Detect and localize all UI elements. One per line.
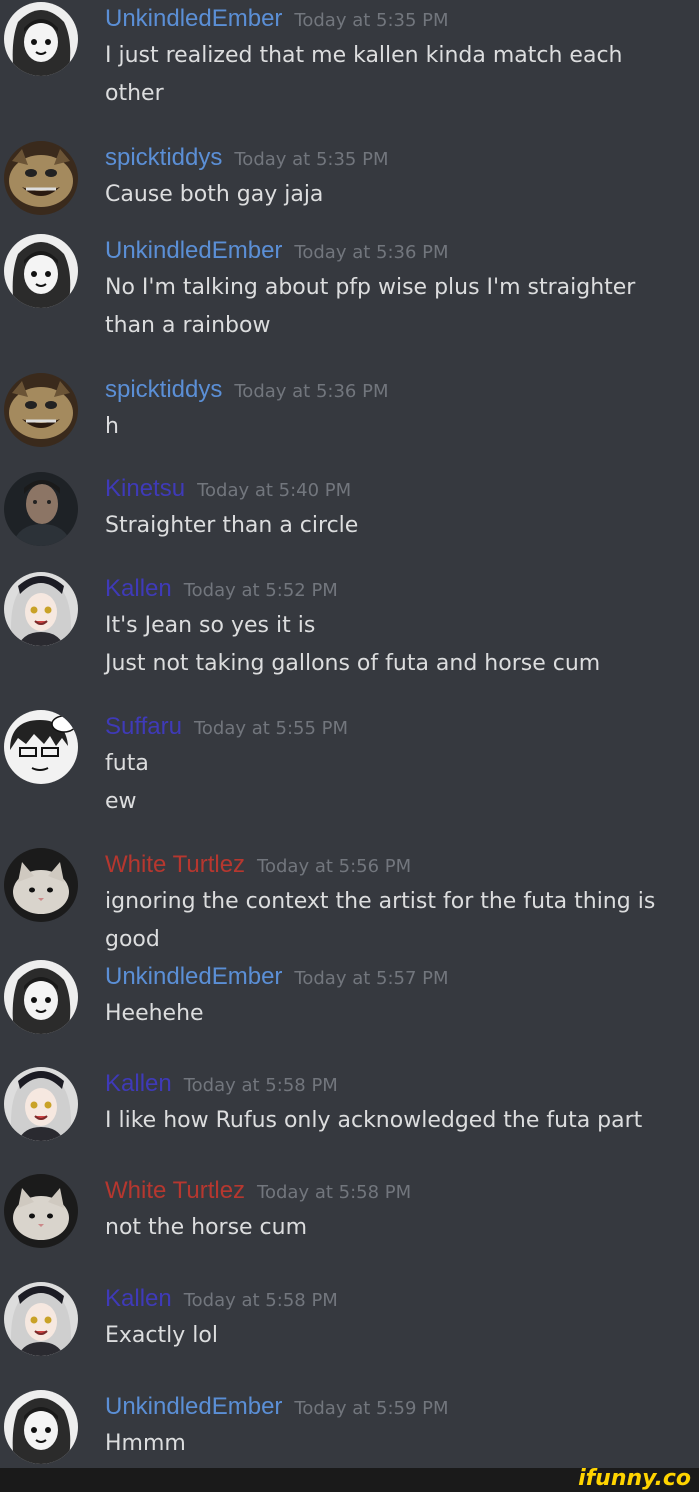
timestamp: Today at 5:56 PM: [257, 856, 412, 877]
message-text: not the horse cum: [105, 1215, 308, 1240]
message-header: Kallen Today at 5:52 PM: [105, 572, 338, 606]
author-name[interactable]: UnkindledEmber: [105, 237, 282, 264]
chat-log: UnkindledEmber Today at 5:35 PM I just rea…: [0, 0, 699, 1468]
message-text: ignoring the context the artist for the …: [105, 889, 656, 914]
message-body: It's Jean so yes it is Just not taking ga…: [105, 608, 679, 684]
author-name[interactable]: Kallen: [105, 575, 172, 602]
anime-girl-bw-avatar-icon[interactable]: [4, 1390, 78, 1464]
message-text: I like how Rufus only acknowledged the f…: [105, 1108, 643, 1133]
message-text: Just not taking gallons of futa and hors…: [105, 651, 601, 676]
message-body: h: [105, 409, 679, 447]
message-text: h: [105, 414, 119, 439]
troll-face-avatar-icon[interactable]: [4, 373, 78, 447]
timestamp: Today at 5:52 PM: [183, 580, 338, 601]
message-header: White Turtlez Today at 5:56 PM: [105, 848, 411, 882]
author-name[interactable]: Suffaru: [105, 713, 182, 740]
timestamp: Today at 5:36 PM: [294, 242, 449, 263]
message-text: futa: [105, 751, 149, 776]
footer-bar: ifunny.co: [0, 1466, 699, 1492]
manga-boy-avatar-icon[interactable]: [4, 710, 78, 784]
message-text: Exactly lol: [105, 1323, 218, 1348]
author-name[interactable]: UnkindledEmber: [105, 1393, 282, 1420]
timestamp: Today at 5:59 PM: [294, 1398, 449, 1419]
message-header: UnkindledEmber Today at 5:36 PM: [105, 234, 449, 268]
message-body: Straighter than a circle: [105, 508, 679, 546]
troll-face-avatar-icon[interactable]: [4, 141, 78, 215]
message-text: Cause both gay jaja: [105, 182, 324, 207]
message-header: Kallen Today at 5:58 PM: [105, 1067, 338, 1101]
message-body: I like how Rufus only acknowledged the f…: [105, 1103, 679, 1141]
message-text: good: [105, 927, 160, 952]
timestamp: Today at 5:58 PM: [257, 1182, 412, 1203]
message-body: I just realized that me kallen kinda mat…: [105, 38, 679, 114]
timestamp: Today at 5:35 PM: [234, 149, 389, 170]
message-header: Kallen Today at 5:58 PM: [105, 1282, 338, 1316]
message-text: ew: [105, 789, 137, 814]
cat-avatar-icon[interactable]: [4, 848, 78, 922]
author-name[interactable]: UnkindledEmber: [105, 963, 282, 990]
message-text: No I'm talking about pfp wise plus I'm s…: [105, 275, 636, 300]
message-header: Kinetsu Today at 5:40 PM: [105, 472, 351, 506]
message-header: spicktiddys Today at 5:35 PM: [105, 141, 389, 175]
message-text: It's Jean so yes it is: [105, 613, 316, 638]
timestamp: Today at 5:36 PM: [234, 381, 389, 402]
man-portrait-avatar-icon[interactable]: [4, 472, 78, 546]
timestamp: Today at 5:58 PM: [183, 1075, 338, 1096]
ifunny-watermark: ifunny.co: [578, 1466, 691, 1491]
timestamp: Today at 5:55 PM: [193, 718, 349, 739]
author-name[interactable]: Kallen: [105, 1285, 172, 1312]
cat-avatar-icon[interactable]: [4, 1174, 78, 1248]
anime-girl-bw-avatar-icon[interactable]: [4, 234, 78, 308]
message-body: Heehehe: [105, 996, 679, 1034]
message-body: futa ew: [105, 746, 679, 822]
anime-girl-bw-avatar-icon[interactable]: [4, 2, 78, 76]
author-name[interactable]: White Turtlez: [105, 851, 245, 878]
message-body: not the horse cum: [105, 1210, 679, 1248]
author-name[interactable]: White Turtlez: [105, 1177, 245, 1204]
message-header: UnkindledEmber Today at 5:59 PM: [105, 1390, 449, 1424]
anime-girl-dark-avatar-icon[interactable]: [4, 572, 78, 646]
author-name[interactable]: Kinetsu: [105, 475, 185, 502]
timestamp: Today at 5:40 PM: [197, 480, 352, 501]
author-name[interactable]: UnkindledEmber: [105, 5, 282, 32]
message-body: ignoring the context the artist for the …: [105, 884, 679, 960]
anime-girl-bw-avatar-icon[interactable]: [4, 960, 78, 1034]
message-body: Cause both gay jaja: [105, 177, 679, 215]
anime-girl-dark-avatar-icon[interactable]: [4, 1067, 78, 1141]
message-text: than a rainbow: [105, 313, 271, 338]
author-name[interactable]: spicktiddys: [105, 144, 222, 171]
anime-girl-dark-avatar-icon[interactable]: [4, 1282, 78, 1356]
message-body: No I'm talking about pfp wise plus I'm s…: [105, 270, 679, 346]
message-header: UnkindledEmber Today at 5:57 PM: [105, 960, 449, 994]
message-header: White Turtlez Today at 5:58 PM: [105, 1174, 411, 1208]
timestamp: Today at 5:35 PM: [294, 10, 449, 31]
message-body: Exactly lol: [105, 1318, 679, 1356]
message-text: Straighter than a circle: [105, 513, 359, 538]
message-text: Hmmm: [105, 1431, 186, 1456]
author-name[interactable]: Kallen: [105, 1070, 172, 1097]
timestamp: Today at 5:57 PM: [294, 968, 449, 989]
message-text: I just realized that me kallen kinda mat…: [105, 43, 623, 68]
message-text: other: [105, 81, 164, 106]
message-header: Suffaru Today at 5:55 PM: [105, 710, 348, 744]
message-text: Heehehe: [105, 1001, 204, 1026]
message-header: UnkindledEmber Today at 5:35 PM: [105, 2, 449, 36]
message-header: spicktiddys Today at 5:36 PM: [105, 373, 389, 407]
author-name[interactable]: spicktiddys: [105, 376, 222, 403]
timestamp: Today at 5:58 PM: [183, 1290, 338, 1311]
message-body: Hmmm: [105, 1426, 679, 1464]
